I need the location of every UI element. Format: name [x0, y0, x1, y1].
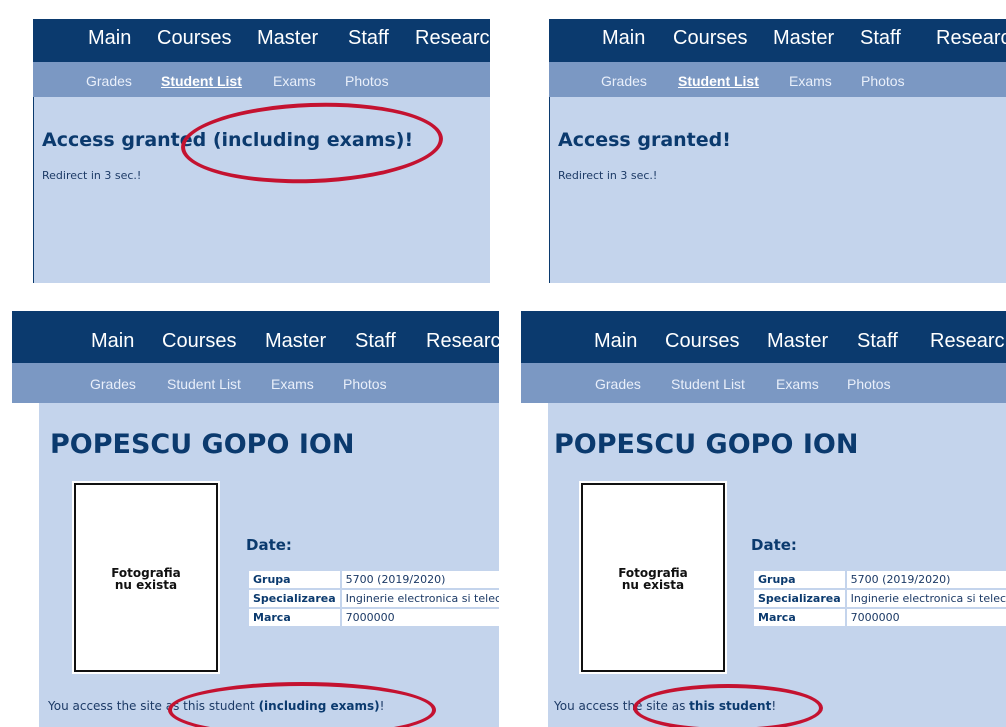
access-heading: Access granted! [558, 129, 731, 151]
top-nav: Main Courses Master Staff Researc [12, 311, 499, 363]
sub-nav: Grades Student List Exams Photos [33, 62, 490, 97]
table-row: Grupa 5700 (2019/2020) [249, 571, 499, 588]
footer-prefix: You access the site as [554, 699, 690, 713]
subnav-grades[interactable]: Grades [595, 376, 641, 392]
table-row: Specializarea Inginerie electronica si t… [754, 590, 1006, 607]
sub-nav: Grades Student List Exams Photos [521, 363, 1006, 403]
content-border [547, 403, 548, 727]
row-label: Grupa [754, 571, 845, 588]
subnav-photos[interactable]: Photos [345, 73, 389, 89]
subnav-grades[interactable]: Grades [601, 73, 647, 89]
nav-research[interactable]: Researc [936, 27, 1006, 50]
footer-prefix: You access the site as this student [48, 699, 259, 713]
content-border [33, 97, 34, 283]
table-row: Specializarea Inginerie electronica si t… [249, 590, 499, 607]
photo-missing-text: Fotografia nu exista [111, 566, 181, 592]
subnav-exams[interactable]: Exams [271, 376, 314, 392]
student-photo-placeholder: Fotografia nu exista [579, 481, 727, 674]
subnav-grades[interactable]: Grades [90, 376, 136, 392]
nav-courses[interactable]: Courses [157, 27, 231, 50]
row-label: Marca [249, 609, 340, 626]
nav-research[interactable]: Researc [426, 330, 499, 353]
sub-nav: Grades Student List Exams Photos [549, 62, 1006, 97]
sub-nav: Grades Student List Exams Photos [12, 363, 499, 403]
nav-research[interactable]: Researc [930, 330, 1004, 353]
row-label: Grupa [249, 571, 340, 588]
access-footer: You access the site as this student (inc… [48, 699, 384, 713]
student-info-table: Grupa 5700 (2019/2020) Specializarea Ing… [247, 569, 499, 628]
content-border [38, 403, 39, 727]
nav-staff[interactable]: Staff [860, 27, 901, 50]
row-label: Marca [754, 609, 845, 626]
panel-access-granted: Main Courses Master Staff Researc Grades… [549, 19, 1006, 283]
subnav-student-list[interactable]: Student List [678, 73, 759, 89]
top-nav: Main Courses Master Staff Researc [33, 19, 490, 62]
nav-master[interactable]: Master [265, 330, 326, 353]
student-name: POPESCU GOPO ION [554, 429, 859, 460]
footer-emphasis: (including exams) [258, 699, 380, 713]
access-footer: You access the site as this student! [554, 699, 776, 713]
student-info-table: Grupa 5700 (2019/2020) Specializarea Ing… [752, 569, 1006, 628]
access-heading: Access granted (including exams)! [42, 129, 414, 151]
footer-suffix: ! [379, 699, 385, 713]
table-row: Grupa 5700 (2019/2020) [754, 571, 1006, 588]
subnav-exams[interactable]: Exams [776, 376, 819, 392]
student-photo-placeholder: Fotografia nu exista [72, 481, 220, 674]
content-area [33, 97, 490, 283]
panel-access-granted-exams: Main Courses Master Staff Researc Grades… [33, 19, 490, 283]
nav-staff[interactable]: Staff [355, 330, 396, 353]
top-nav: Main Courses Master Staff Researc [549, 19, 1006, 62]
row-value: 5700 (2019/2020) [341, 571, 499, 588]
row-value: Inginerie electronica si telec [846, 590, 1006, 607]
subnav-photos[interactable]: Photos [847, 376, 891, 392]
footer-emphasis: this student [689, 699, 772, 713]
date-label: Date: [246, 536, 292, 554]
top-nav: Main Courses Master Staff Researc [521, 311, 1006, 363]
row-value: 7000000 [846, 609, 1006, 626]
nav-staff[interactable]: Staff [857, 330, 898, 353]
subnav-exams[interactable]: Exams [789, 73, 832, 89]
row-value: 5700 (2019/2020) [846, 571, 1006, 588]
subnav-student-list[interactable]: Student List [161, 73, 242, 89]
nav-staff[interactable]: Staff [348, 27, 389, 50]
nav-courses[interactable]: Courses [162, 330, 236, 353]
nav-courses[interactable]: Courses [673, 27, 747, 50]
subnav-grades[interactable]: Grades [86, 73, 132, 89]
redirect-text: Redirect in 3 sec.! [558, 169, 658, 182]
date-label: Date: [751, 536, 797, 554]
content-border [549, 97, 550, 283]
nav-main[interactable]: Main [594, 330, 637, 353]
nav-master[interactable]: Master [767, 330, 828, 353]
row-label: Specializarea [754, 590, 845, 607]
nav-main[interactable]: Main [91, 330, 134, 353]
student-name: POPESCU GOPO ION [50, 429, 355, 460]
subnav-student-list[interactable]: Student List [671, 376, 745, 392]
nav-master[interactable]: Master [257, 27, 318, 50]
nav-courses[interactable]: Courses [665, 330, 739, 353]
subnav-exams[interactable]: Exams [273, 73, 316, 89]
subnav-student-list[interactable]: Student List [167, 376, 241, 392]
photo-missing-text: Fotografia nu exista [618, 566, 688, 592]
row-label: Specializarea [249, 590, 340, 607]
nav-main[interactable]: Main [602, 27, 645, 50]
subnav-photos[interactable]: Photos [861, 73, 905, 89]
row-value: 7000000 [341, 609, 499, 626]
panel-student-page: Main Courses Master Staff Researc Grades… [521, 311, 1006, 727]
table-row: Marca 7000000 [754, 609, 1006, 626]
content-area [549, 97, 1006, 283]
row-value: Inginerie electronica si telec [341, 590, 499, 607]
nav-master[interactable]: Master [773, 27, 834, 50]
subnav-photos[interactable]: Photos [343, 376, 387, 392]
nav-main[interactable]: Main [88, 27, 131, 50]
table-row: Marca 7000000 [249, 609, 499, 626]
panel-student-page-exams: Main Courses Master Staff Researc Grades… [12, 311, 499, 727]
footer-suffix: ! [771, 699, 777, 713]
nav-research[interactable]: Researc [415, 27, 489, 50]
redirect-text: Redirect in 3 sec.! [42, 169, 142, 182]
